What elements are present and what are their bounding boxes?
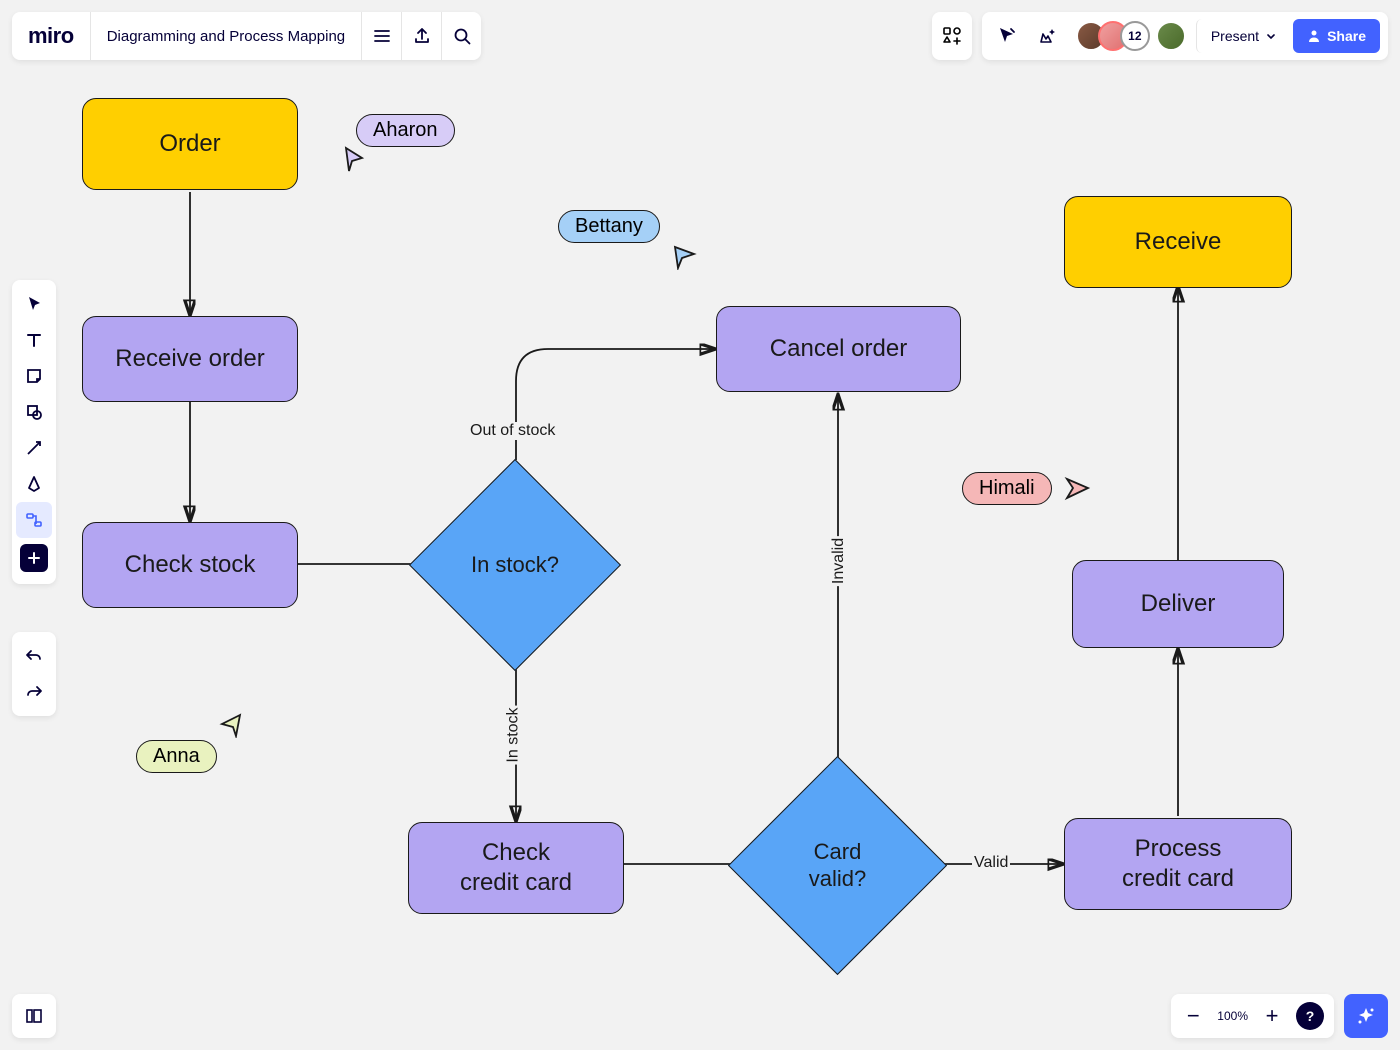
edge-label-in-stock: In stock bbox=[505, 705, 523, 764]
collaboration-group: 12 Present Share bbox=[982, 12, 1388, 60]
cursor-label: Bettany bbox=[558, 210, 660, 243]
add-tool[interactable] bbox=[20, 544, 48, 572]
node-label: Order bbox=[159, 129, 220, 159]
node-card-valid-decision[interactable]: Card valid? bbox=[760, 788, 915, 943]
node-deliver[interactable]: Deliver bbox=[1072, 560, 1284, 648]
edge-label-valid: Valid bbox=[972, 854, 1010, 872]
share-label: Share bbox=[1327, 28, 1366, 44]
present-label: Present bbox=[1211, 28, 1259, 44]
cursor-bettany: Bettany bbox=[558, 210, 660, 243]
export-icon[interactable] bbox=[401, 12, 441, 60]
cursor-label: Anna bbox=[136, 740, 217, 773]
chevron-down-icon bbox=[1265, 30, 1277, 42]
sparkle-icon bbox=[1355, 1005, 1377, 1027]
node-in-stock-decision[interactable]: In stock? bbox=[440, 490, 590, 640]
undo-button[interactable] bbox=[16, 638, 52, 674]
share-button[interactable]: Share bbox=[1293, 19, 1380, 53]
node-label: Receive order bbox=[115, 344, 264, 374]
node-label: Check stock bbox=[125, 550, 256, 580]
node-process-credit-card[interactable]: Process credit card bbox=[1064, 818, 1292, 910]
zoom-level[interactable]: 100% bbox=[1211, 1009, 1254, 1023]
top-left-group: miro Diagramming and Process Mapping bbox=[12, 12, 481, 60]
canvas[interactable]: Order Receive order Check stock In stock… bbox=[0, 0, 1400, 1050]
ai-assist-button[interactable] bbox=[1344, 994, 1388, 1038]
node-label: Deliver bbox=[1141, 589, 1216, 619]
left-toolbar bbox=[12, 280, 56, 584]
apps-icon bbox=[942, 26, 962, 46]
cursor-arrow-icon bbox=[672, 244, 698, 270]
cursor-label: Himali bbox=[962, 472, 1052, 505]
node-label: Card valid? bbox=[760, 788, 915, 943]
connector-tool[interactable] bbox=[16, 430, 52, 466]
avatar-self bbox=[1156, 21, 1186, 51]
reactions-icon[interactable] bbox=[1030, 19, 1064, 53]
cursor-aharon: Aharon bbox=[356, 114, 455, 147]
sticky-note-tool[interactable] bbox=[16, 358, 52, 394]
pen-tool[interactable] bbox=[16, 466, 52, 502]
edge-label-out-of-stock: Out of stock bbox=[468, 422, 557, 440]
node-receive-order[interactable]: Receive order bbox=[82, 316, 298, 402]
search-icon[interactable] bbox=[441, 12, 481, 60]
avatar-overflow-count: 12 bbox=[1120, 21, 1150, 51]
cursor-arrow-icon bbox=[1064, 476, 1092, 502]
node-label: Receive bbox=[1135, 227, 1222, 257]
zoom-out-button[interactable]: − bbox=[1175, 998, 1211, 1034]
cursor-anna: Anna bbox=[136, 740, 217, 773]
node-label: Check credit card bbox=[460, 838, 572, 898]
present-button[interactable]: Present bbox=[1196, 19, 1287, 53]
edge-label-invalid: Invalid bbox=[830, 536, 848, 586]
cursor-arrow-icon bbox=[218, 712, 244, 738]
history-toolbar bbox=[12, 632, 56, 716]
diagram-tool[interactable] bbox=[16, 502, 52, 538]
board-title[interactable]: Diagramming and Process Mapping bbox=[90, 12, 361, 60]
person-icon bbox=[1307, 29, 1321, 43]
avatar-stack[interactable]: 12 bbox=[1076, 21, 1186, 51]
top-right-group: 12 Present Share bbox=[932, 12, 1388, 60]
node-label: Cancel order bbox=[770, 334, 907, 364]
menu-icon[interactable] bbox=[361, 12, 401, 60]
shape-tool[interactable] bbox=[16, 394, 52, 430]
frames-panel-button[interactable] bbox=[12, 994, 56, 1038]
bottom-right-group: − 100% + ? bbox=[1171, 994, 1388, 1038]
node-cancel-order[interactable]: Cancel order bbox=[716, 306, 961, 392]
logo[interactable]: miro bbox=[12, 23, 90, 49]
cursor-mode-icon[interactable] bbox=[990, 19, 1024, 53]
zoom-in-button[interactable]: + bbox=[1254, 998, 1290, 1034]
node-check-stock[interactable]: Check stock bbox=[82, 522, 298, 608]
node-label: In stock? bbox=[440, 490, 590, 640]
select-tool[interactable] bbox=[16, 286, 52, 322]
apps-button[interactable] bbox=[932, 12, 972, 60]
zoom-controls: − 100% + ? bbox=[1171, 994, 1334, 1038]
help-button[interactable]: ? bbox=[1296, 1002, 1324, 1030]
node-check-credit-card[interactable]: Check credit card bbox=[408, 822, 624, 914]
frames-icon bbox=[24, 1006, 44, 1026]
node-order[interactable]: Order bbox=[82, 98, 298, 190]
cursor-arrow-icon bbox=[342, 146, 366, 174]
node-label: Process credit card bbox=[1122, 834, 1234, 894]
cursor-himali: Himali bbox=[962, 472, 1092, 505]
node-receive[interactable]: Receive bbox=[1064, 196, 1292, 288]
cursor-label: Aharon bbox=[356, 114, 455, 147]
redo-button[interactable] bbox=[16, 674, 52, 710]
text-tool[interactable] bbox=[16, 322, 52, 358]
